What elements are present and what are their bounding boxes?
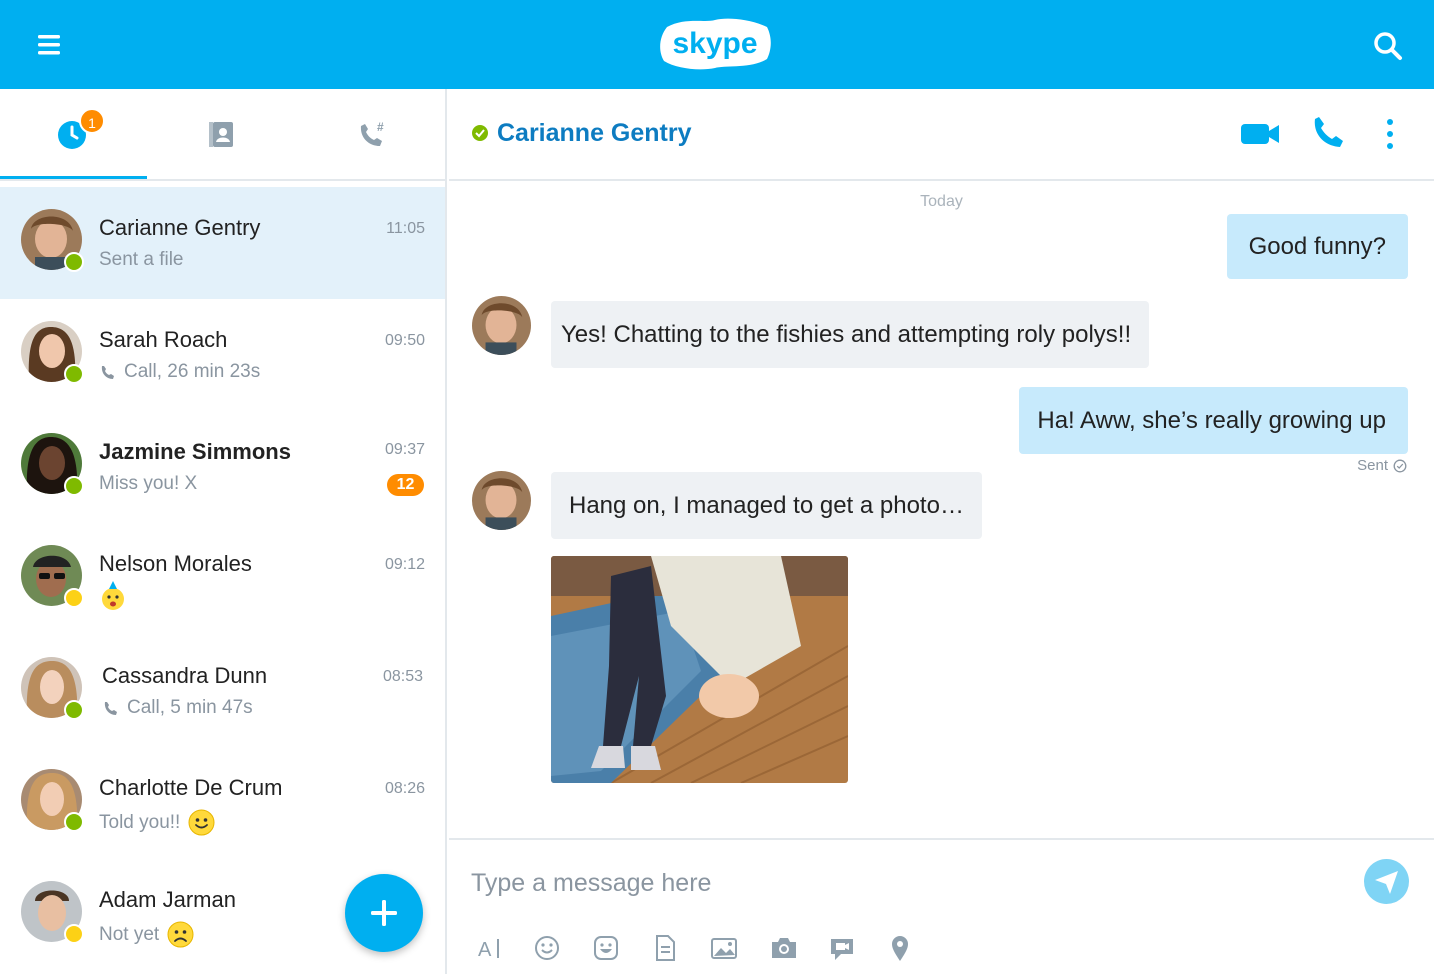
shared-photo[interactable] xyxy=(551,556,848,783)
new-conversation-button[interactable] xyxy=(345,874,423,952)
send-icon xyxy=(1375,871,1398,894)
last-message: Call, 5 min 47s xyxy=(102,697,253,719)
conversation-time: 09:37 xyxy=(384,441,425,458)
last-message-text: Sent a file xyxy=(99,249,184,270)
phone-icon xyxy=(104,701,117,715)
camera-icon[interactable] xyxy=(769,933,799,963)
outgoing-message[interactable]: Ha! Aww, she’s really growing up xyxy=(1019,387,1408,454)
contact-name: Adam Jarman xyxy=(99,887,236,912)
presence-online-icon xyxy=(472,125,488,141)
incoming-message[interactable]: Hang on, I managed to get a photo… xyxy=(551,472,982,539)
message-input[interactable] xyxy=(471,866,1321,900)
conversation-item[interactable]: Jazmine Simmons Miss you! X 09:37 12 xyxy=(0,411,445,523)
contact-name: Jazmine Simmons xyxy=(99,439,291,464)
last-message: Not yet xyxy=(99,921,194,948)
tab-contacts[interactable] xyxy=(149,89,298,181)
skype-logo: skype xyxy=(655,15,775,73)
day-divider: Today xyxy=(920,193,963,210)
skype-logo-text: skype xyxy=(672,27,757,60)
chat-contact-name[interactable]: Carianne Gentry xyxy=(497,119,692,148)
last-message-text: Call, 26 min 23s xyxy=(124,361,261,382)
more-options-button[interactable] xyxy=(1371,114,1415,154)
sad-emoji-icon xyxy=(167,921,194,948)
conversation-time: 09:50 xyxy=(384,332,425,349)
presence-online-icon xyxy=(64,364,84,384)
tab-recents[interactable]: 1 xyxy=(0,89,149,181)
presence-away-icon xyxy=(64,924,84,944)
last-message: Sent a file xyxy=(99,249,184,271)
avatar xyxy=(472,471,531,530)
contact-name: Charlotte De Crum xyxy=(99,775,283,800)
audio-call-button[interactable] xyxy=(1307,114,1351,154)
conversation-item[interactable]: Sarah Roach Call, 26 min 23s 09:50 xyxy=(0,299,445,411)
svg-text:A: A xyxy=(478,939,492,961)
file-icon[interactable] xyxy=(650,933,680,963)
active-tab-indicator xyxy=(0,176,147,179)
last-message xyxy=(99,581,127,611)
last-message-text: Told you!! xyxy=(99,811,181,833)
phone-icon xyxy=(1314,117,1343,147)
unread-count-badge: 12 xyxy=(387,474,424,496)
presence-online-icon xyxy=(64,252,84,272)
svg-text:#: # xyxy=(377,120,384,134)
conversation-item[interactable]: Carianne Gentry Sent a file 11:05 xyxy=(0,187,445,299)
text-format-icon[interactable]: A xyxy=(474,933,504,963)
message-list: Today Good funny? Yes! Chatting to the f… xyxy=(449,183,1434,838)
last-message: Miss you! X xyxy=(99,473,197,495)
location-icon[interactable] xyxy=(885,933,915,963)
last-message-text: Miss you! X xyxy=(99,473,198,494)
conversation-time: 08:53 xyxy=(382,668,423,685)
party-emoji-icon xyxy=(102,581,124,610)
dialpad-phone-icon: # xyxy=(360,120,384,146)
video-call-button[interactable] xyxy=(1239,114,1283,154)
video-message-icon[interactable] xyxy=(827,933,857,963)
last-message-text: Call, 5 min 47s xyxy=(127,697,253,718)
contacts-book-icon xyxy=(209,122,233,147)
sent-status-label: Sent xyxy=(1357,457,1388,474)
contact-name: Cassandra Dunn xyxy=(102,663,268,688)
chat-header: Carianne Gentry xyxy=(449,89,1434,181)
conversation-time: 08:26 xyxy=(384,780,425,797)
conversation-item[interactable]: Nelson Morales 09:12 xyxy=(0,523,445,635)
check-circle-icon xyxy=(1393,459,1407,472)
search-icon[interactable] xyxy=(1370,28,1406,64)
presence-online-icon xyxy=(64,476,84,496)
message-status: Sent xyxy=(1357,457,1407,474)
presence-online-icon xyxy=(64,700,84,720)
media-icon[interactable] xyxy=(709,933,739,963)
conversation-time: 09:12 xyxy=(384,556,425,573)
contact-name: Nelson Morales xyxy=(99,551,252,576)
conversation-sidebar: 1 # Carianne Gentry Sent a file 11:05 Sa… xyxy=(0,89,447,974)
plus-icon xyxy=(371,900,397,926)
more-vertical-icon xyxy=(1387,119,1393,149)
photo-image xyxy=(551,556,848,783)
conversation-item[interactable]: Cassandra Dunn Call, 5 min 47s 08:53 xyxy=(0,635,445,747)
tab-dialpad[interactable]: # xyxy=(298,89,445,181)
avatar xyxy=(472,296,531,355)
outgoing-message[interactable]: Good funny? xyxy=(1226,214,1408,279)
video-camera-icon xyxy=(1241,124,1279,144)
message-composer: A xyxy=(449,838,1434,974)
top-bar: skype xyxy=(0,0,1434,89)
phone-icon xyxy=(101,365,114,379)
recents-badge: 1 xyxy=(79,108,105,134)
send-button[interactable] xyxy=(1364,859,1409,904)
last-message: Call, 26 min 23s xyxy=(99,361,260,383)
last-message-text: Not yet xyxy=(99,923,160,945)
last-message: Told you!! xyxy=(99,809,215,836)
conversation-time: 11:05 xyxy=(386,220,425,237)
smile-emoji-icon xyxy=(188,809,215,836)
contact-name: Sarah Roach xyxy=(99,327,228,352)
sidebar-tabs: 1 # xyxy=(0,89,445,181)
conversation-item[interactable]: Charlotte De Crum Told you!! 08:26 xyxy=(0,747,445,859)
contact-name: Carianne Gentry xyxy=(99,215,261,240)
sticker-icon[interactable] xyxy=(591,933,621,963)
emoticon-icon[interactable] xyxy=(532,933,562,963)
hamburger-menu-icon[interactable] xyxy=(34,30,64,60)
presence-online-icon xyxy=(64,812,84,832)
incoming-message[interactable]: Yes! Chatting to the fishies and attempt… xyxy=(551,301,1150,368)
presence-away-icon xyxy=(64,588,84,608)
